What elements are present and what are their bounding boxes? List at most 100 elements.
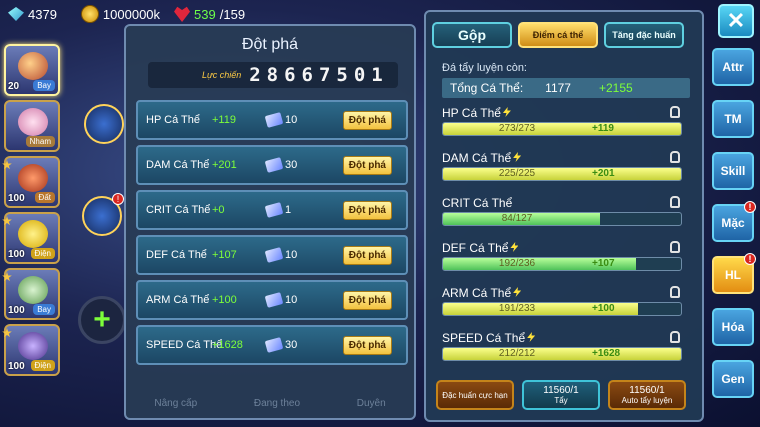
stat-cost: 10 — [285, 114, 298, 126]
stat-bar-text: 191/233 +100 — [442, 303, 682, 314]
close-button[interactable]: ✕ — [718, 4, 754, 38]
close-icon: ✕ — [726, 8, 746, 33]
type-badge: Bay — [33, 80, 55, 91]
special-training-button[interactable]: Đặc huấn cực hạn — [436, 380, 514, 410]
auto-wash-label: Auto tẩy luyện — [621, 396, 673, 405]
stat-bar-bonus: +100 — [592, 303, 615, 314]
team-slot-1[interactable]: 20 Bay — [4, 44, 60, 96]
pokemon-level: 100 — [8, 193, 25, 204]
stat-bar-text: 84/127 — [442, 213, 682, 224]
footer-item-upgrade[interactable]: Nâng cấp — [154, 398, 197, 409]
team-list: 20 Bay Nham 100 Đất 100 Điện 100 Bay 100 Điện — [2, 44, 60, 376]
footer-item-bond[interactable]: Duyên — [357, 398, 386, 409]
stamina-counter: 539/159 — [166, 6, 245, 22]
breakthrough-button[interactable]: Đột phá — [342, 291, 392, 310]
stat-bar-text: 225/225 +201 — [442, 168, 682, 179]
team-slot-2[interactable]: Nham — [4, 100, 60, 152]
item-orb-button[interactable] — [84, 104, 124, 144]
stat-bar-value: 212/212 — [498, 348, 536, 359]
stat-bars: HP Cá Thể 273/273 +119 DAM Cá Thể 225/225 +20… — [426, 98, 702, 374]
stat-bar-name: DEF Cá Thể — [442, 239, 688, 255]
total-label: Tổng Cá Thể: — [450, 81, 524, 95]
ticket-icon — [264, 337, 284, 353]
stat-bar-row: DAM Cá Thể 225/225 +201 — [442, 149, 688, 194]
pokemon-level: 100 — [8, 249, 25, 260]
breakthrough-panel: Đột phá Lực chiến 28667501 HP Cá Thể +119… — [124, 24, 416, 420]
breakthrough-button[interactable]: Đột phá — [342, 246, 392, 265]
pokemon-portrait — [18, 52, 48, 80]
action-row: Đặc huấn cực hạn 11560/1 Tẩy 11560/1 Auto … — [436, 380, 686, 410]
lightning-icon — [510, 242, 519, 252]
add-button[interactable]: + — [78, 296, 126, 344]
stat-bonus: +0 — [212, 204, 225, 216]
tab-merge[interactable]: Gộp — [432, 22, 512, 48]
type-badge: Bay — [33, 304, 55, 315]
stat-name: ARM Cá Thể — [146, 294, 210, 306]
tab-individual-points[interactable]: Điểm cá thể — [518, 22, 598, 48]
pokemon-level: 100 — [8, 305, 25, 316]
lock-icon[interactable] — [670, 286, 680, 298]
gem-value: 4379 — [28, 6, 57, 22]
stat-bar-bonus: +201 — [592, 168, 615, 179]
stat-bar-bonus: +1628 — [592, 348, 621, 359]
nav-mac-label: Mặc — [721, 216, 745, 230]
stat-bar-bonus: +107 — [592, 258, 615, 269]
wash-label: Tẩy — [554, 396, 568, 405]
footer-item-following[interactable]: Đang theo — [254, 398, 300, 409]
gold-counter: 1000000k — [63, 5, 160, 23]
stat-bar-row: HP Cá Thể 273/273 +119 — [442, 104, 688, 149]
lock-icon[interactable] — [670, 106, 680, 118]
total-value: 1177 — [545, 81, 571, 95]
breakthrough-list: HP Cá Thể +119 10 Đột phá DAM Cá Thể +201 30 Đ… — [136, 100, 408, 370]
notification-badge: ! — [744, 253, 756, 265]
auto-wash-button[interactable]: 11560/1 Auto tẩy luyện — [608, 380, 686, 410]
team-slot-6[interactable]: 100 Điện — [2, 324, 60, 376]
stat-bonus: +107 — [212, 249, 237, 261]
wash-button[interactable]: 11560/1 Tẩy — [522, 380, 600, 410]
nav-tm[interactable]: TM — [712, 100, 754, 138]
stat-name: SPEED Cá Thể — [146, 339, 223, 351]
stat-name: DEF Cá Thể — [146, 249, 207, 261]
breakthrough-row: SPEED Cá Thể +1628 30 Đột phá — [136, 325, 408, 365]
stat-bar-text: 273/273 +119 — [442, 123, 682, 134]
lock-icon[interactable] — [670, 151, 680, 163]
pokemon-portrait — [18, 276, 48, 304]
nav-hl[interactable]: HL! — [712, 253, 756, 294]
stat-bar-name: SPEED Cá Thể — [442, 329, 688, 345]
ticket-icon — [264, 112, 284, 128]
nav-mac[interactable]: Mặc! — [712, 201, 756, 242]
stat-bonus: +119 — [212, 114, 236, 126]
team-slot-5[interactable]: 100 Bay — [2, 268, 60, 320]
breakthrough-button[interactable]: Đột phá — [342, 201, 392, 220]
stat-bar-text: 192/236 +107 — [442, 258, 682, 269]
pokemon-portrait — [18, 332, 48, 360]
lightning-icon — [527, 332, 536, 342]
breakthrough-button[interactable]: Đột phá — [342, 111, 392, 130]
lightning-icon — [513, 152, 522, 162]
bag-orb-button[interactable]: ! — [82, 193, 124, 236]
stat-bar-name: CRIT Cá Thể — [442, 196, 513, 210]
lock-icon[interactable] — [670, 331, 680, 343]
breakthrough-row: HP Cá Thể +119 10 Đột phá — [136, 100, 408, 140]
stat-bar-name: HP Cá Thể — [442, 104, 688, 120]
pokemon-portrait — [18, 164, 48, 192]
lock-icon[interactable] — [670, 241, 680, 253]
panel-title: Đột phá — [241, 36, 299, 53]
nav-attr[interactable]: Attr — [712, 48, 754, 86]
notification-badge: ! — [744, 201, 756, 213]
ticket-icon — [264, 202, 284, 218]
type-badge: Nham — [25, 136, 55, 147]
lock-icon[interactable] — [670, 196, 680, 208]
tab-special-training[interactable]: Tăng đặc huấn — [604, 22, 684, 48]
nav-hl-label: HL — [725, 268, 741, 282]
ticket-icon — [264, 292, 284, 308]
breakthrough-button[interactable]: Đột phá — [342, 336, 392, 355]
team-slot-4[interactable]: 100 Điện — [2, 212, 60, 264]
combat-power-label: Lực chiến — [202, 70, 242, 80]
nav-skill[interactable]: Skill — [712, 152, 754, 190]
team-slot-3[interactable]: 100 Đất — [2, 156, 60, 208]
pokemon-level: 20 — [8, 81, 20, 92]
nav-gen[interactable]: Gen — [712, 360, 754, 398]
breakthrough-button[interactable]: Đột phá — [342, 156, 392, 175]
nav-hoa[interactable]: Hóa — [712, 308, 754, 346]
